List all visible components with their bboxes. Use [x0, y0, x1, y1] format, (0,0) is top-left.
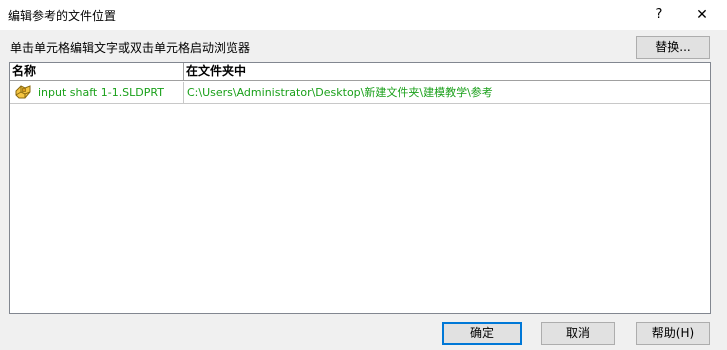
help-button[interactable]: 帮助(H): [636, 322, 710, 345]
file-folder-text: C:\Users\Administrator\Desktop\新建文件夹\建模教…: [187, 86, 493, 99]
title-bar: 编辑参考的文件位置 ? ✕: [0, 0, 727, 30]
file-name-text: input shaft 1-1.SLDPRT: [38, 86, 164, 99]
sldprt-part-icon: [15, 85, 31, 99]
table-row[interactable]: input shaft 1-1.SLDPRT C:\Users\Administ…: [10, 82, 710, 104]
instruction-text: 单击单元格编辑文字或双击单元格启动浏览器: [10, 41, 251, 55]
edit-referenced-file-locations-dialog: 编辑参考的文件位置 ? ✕ 单击单元格编辑文字或双击单元格启动浏览器 替换...…: [0, 0, 727, 350]
close-icon[interactable]: ✕: [684, 3, 720, 27]
reference-file-list[interactable]: 名称 在文件夹中 input shaft 1-1.SLDPRT C:\Users…: [9, 62, 711, 314]
replace-button[interactable]: 替换...: [636, 36, 710, 59]
list-header: 名称 在文件夹中: [10, 63, 710, 81]
column-header-folder[interactable]: 在文件夹中: [184, 63, 710, 80]
cancel-button[interactable]: 取消: [541, 322, 615, 345]
file-name-cell[interactable]: input shaft 1-1.SLDPRT: [10, 82, 184, 103]
column-header-name[interactable]: 名称: [10, 63, 184, 80]
ok-button[interactable]: 确定: [442, 322, 522, 345]
file-folder-cell[interactable]: C:\Users\Administrator\Desktop\新建文件夹\建模教…: [184, 82, 710, 103]
dialog-title: 编辑参考的文件位置: [8, 9, 117, 23]
help-icon[interactable]: ?: [644, 3, 674, 27]
